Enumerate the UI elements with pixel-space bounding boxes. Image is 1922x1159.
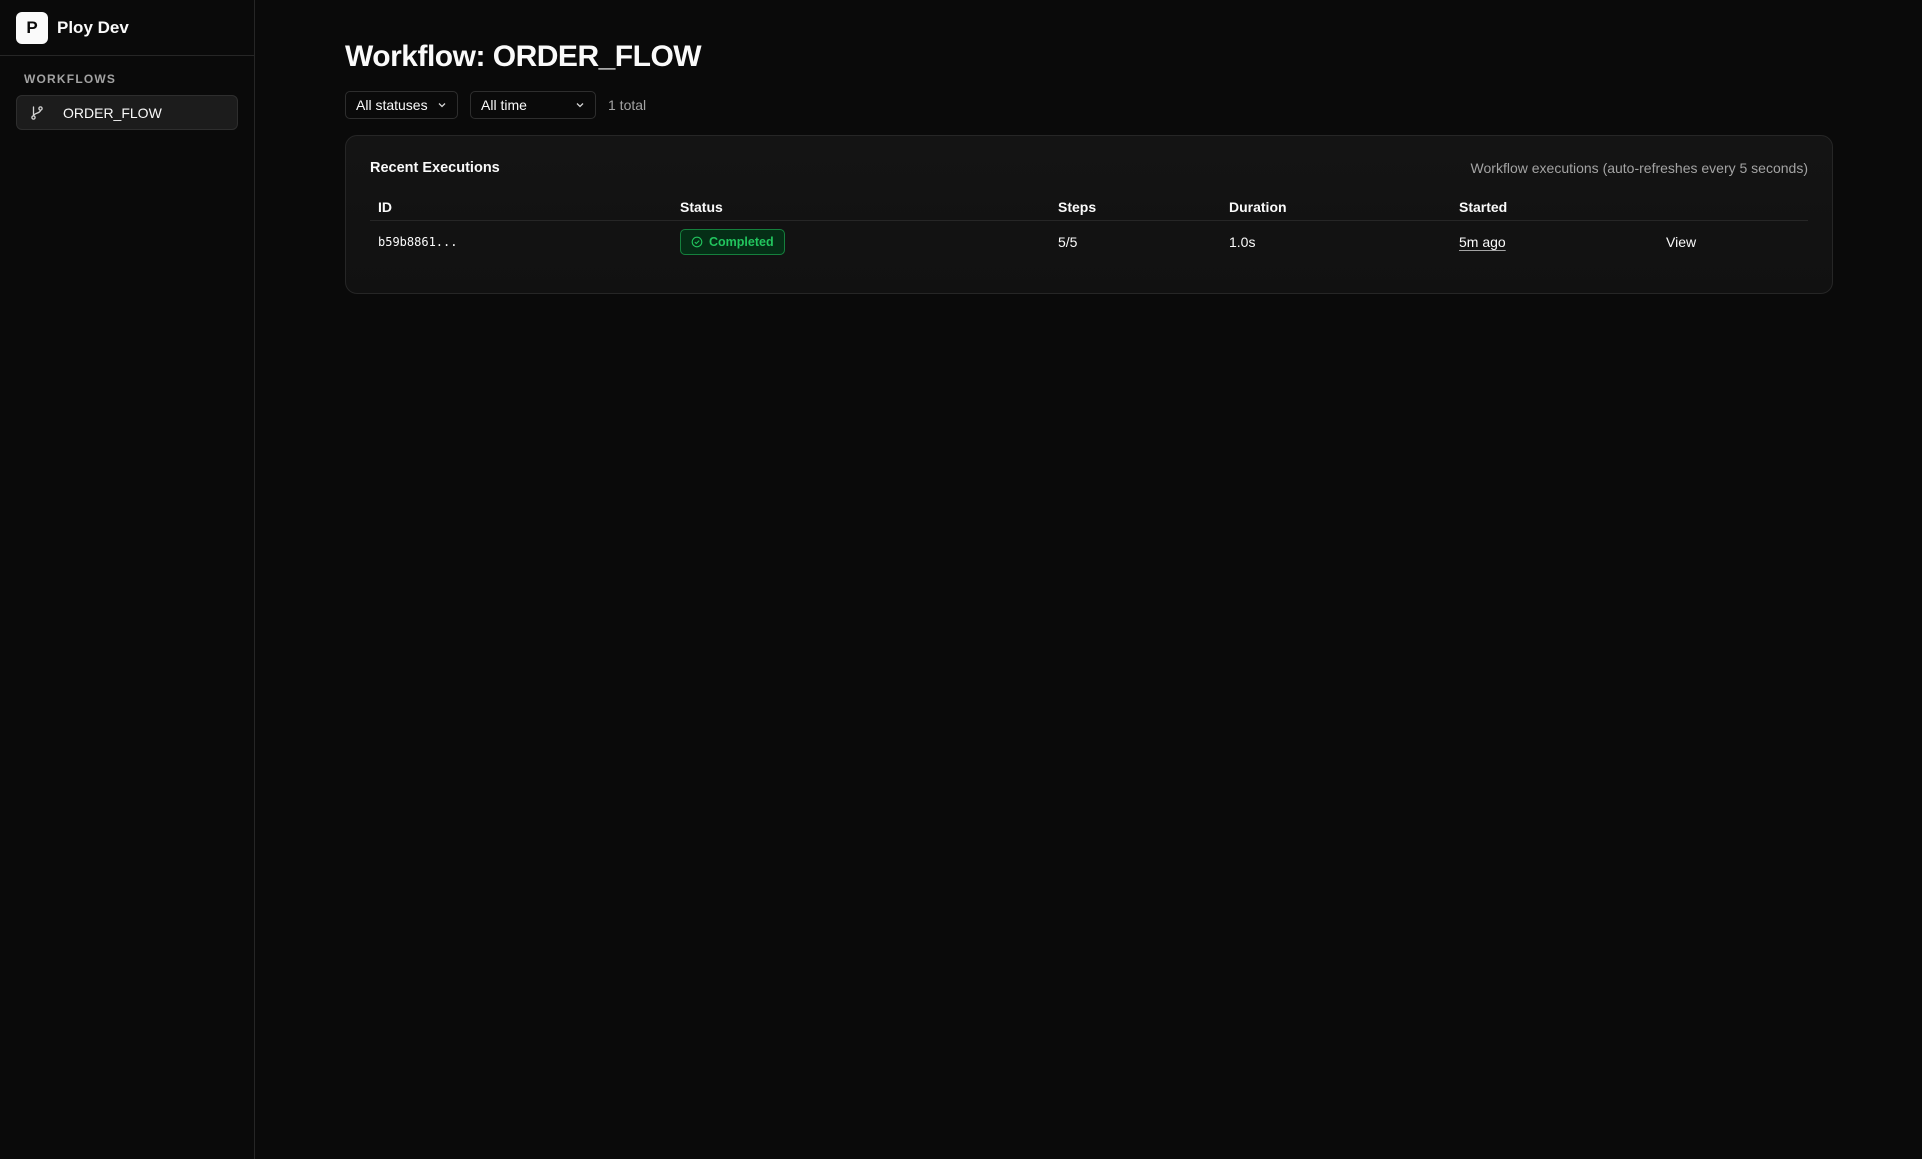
execution-id: b59b8861...: [378, 235, 458, 249]
chevron-down-icon: [575, 100, 585, 110]
chevron-down-icon: [437, 100, 447, 110]
card-title: Recent Executions: [370, 160, 500, 176]
app-root: P Ploy Dev WORKFLOWS ORDER_FLOW Workflow…: [0, 0, 1922, 1159]
table-row[interactable]: b59b8861... Completed 5/5 1.0s 5m ago Vi…: [370, 221, 1808, 263]
time-filter-value: All time: [481, 97, 527, 113]
page-title: Workflow: ORDER_FLOW: [345, 40, 702, 73]
git-branch-icon: [29, 105, 45, 121]
section-label: WORKFLOWS: [24, 72, 117, 86]
filters-bar: All statuses All time 1 total: [345, 91, 1833, 119]
card-description: Workflow executions (auto-refreshes ever…: [1470, 160, 1808, 176]
executions-table: ID Status Steps Duration Started b59b886…: [370, 193, 1808, 263]
status-cell: Completed: [680, 229, 785, 255]
sidebar: P Ploy Dev WORKFLOWS ORDER_FLOW: [0, 0, 255, 1159]
column-header-id: ID: [378, 198, 392, 215]
card-header: Recent Executions Workflow executions (a…: [370, 160, 1808, 176]
started-time: 5m ago: [1459, 234, 1506, 250]
sidebar-item-label: ORDER_FLOW: [63, 104, 162, 121]
sidebar-item-order-flow[interactable]: ORDER_FLOW: [16, 95, 238, 130]
total-count: 1 total: [608, 97, 647, 113]
app-logo: P: [16, 11, 48, 44]
sidebar-workflows-section: WORKFLOWS ORDER_FLOW: [0, 56, 254, 130]
steps-value: 5/5: [1058, 234, 1078, 250]
app-name: Ploy Dev: [57, 17, 129, 37]
column-header-started: Started: [1459, 198, 1508, 215]
column-header-steps: Steps: [1058, 198, 1097, 215]
column-header-duration: Duration: [1229, 198, 1287, 215]
sidebar-header: P Ploy Dev: [0, 0, 254, 56]
duration-value: 1.0s: [1229, 234, 1256, 250]
column-header-status: Status: [680, 198, 723, 215]
main-content: Workflow: ORDER_FLOW All statuses All ti…: [255, 0, 1922, 1159]
status-filter-value: All statuses: [356, 97, 428, 113]
status-filter-select[interactable]: All statuses: [345, 91, 458, 119]
time-filter-select[interactable]: All time: [470, 91, 596, 119]
status-badge: Completed: [680, 229, 785, 255]
check-circle-icon: [691, 236, 703, 248]
status-badge-label: Completed: [709, 235, 774, 249]
table-header-row: ID Status Steps Duration Started: [370, 193, 1808, 221]
view-button[interactable]: View: [1666, 234, 1696, 250]
recent-executions-card: Recent Executions Workflow executions (a…: [345, 135, 1833, 294]
